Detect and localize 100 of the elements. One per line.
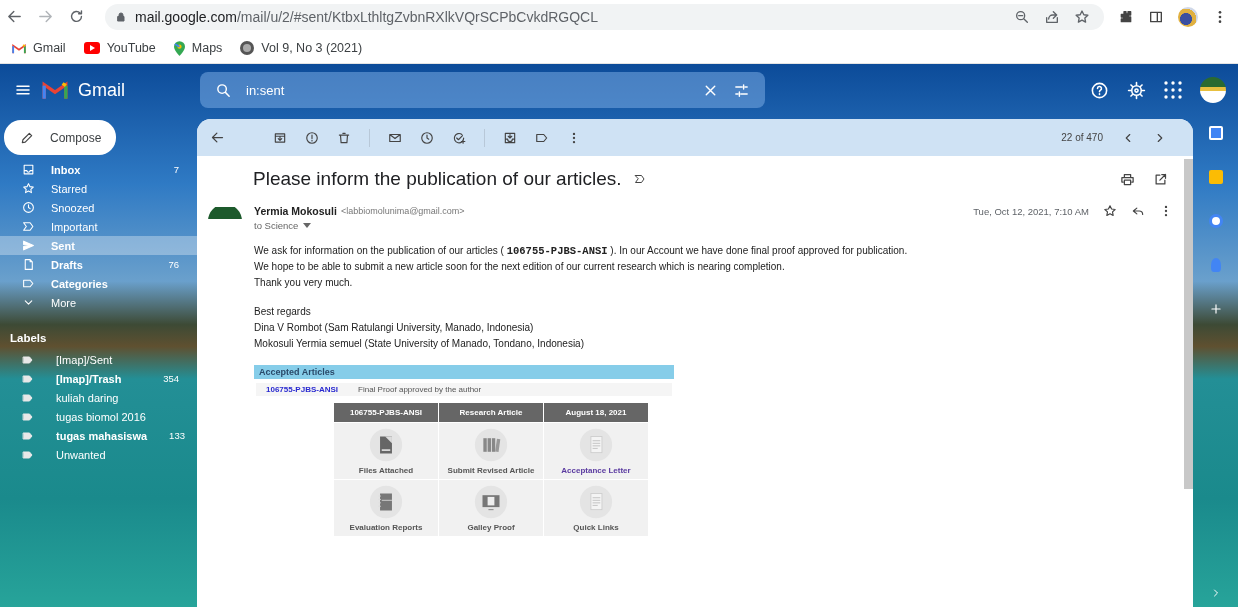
- email-subject: Please inform the publication of our articles.: [253, 168, 622, 190]
- tile-label: Galley Proof: [467, 523, 515, 532]
- inbox-icon: [22, 163, 35, 176]
- tile-label: Acceptance Letter: [561, 466, 631, 475]
- body-text: Best regards: [254, 305, 312, 319]
- folder-icon: [369, 428, 403, 462]
- unread-count: 7: [173, 164, 179, 175]
- send-icon: [22, 239, 35, 252]
- menu-tile[interactable]: Acceptance Letter: [544, 423, 648, 479]
- bookmark-star-icon[interactable]: [1074, 8, 1090, 25]
- report-spam-icon[interactable]: [305, 130, 319, 145]
- clock-icon: [22, 201, 35, 214]
- add-task-icon[interactable]: [452, 130, 466, 145]
- settings-icon[interactable]: [1127, 80, 1146, 100]
- star-icon: [22, 182, 35, 195]
- bookmark-link[interactable]: Maps: [173, 40, 223, 56]
- delete-icon[interactable]: [337, 130, 351, 145]
- compose-button[interactable]: Compose: [4, 120, 116, 155]
- nav-label: Important: [51, 220, 99, 233]
- menu-tile[interactable]: Quick Links: [544, 480, 648, 536]
- tag-icon: [22, 277, 35, 290]
- nav-label: More: [51, 296, 78, 309]
- monitor-icon: [474, 485, 508, 519]
- search-options-icon[interactable]: [733, 81, 750, 99]
- share-icon[interactable]: [1044, 8, 1060, 25]
- bookmark-link[interactable]: YouTube: [83, 41, 156, 55]
- nav-item[interactable]: Inbox 7: [0, 160, 197, 179]
- article-link[interactable]: 106755-PJBS-ANSI: [266, 385, 339, 394]
- nav-item[interactable]: Drafts 76: [0, 255, 197, 274]
- label-item[interactable]: tugas biomol 2016: [0, 407, 197, 426]
- document-icon: [579, 428, 613, 462]
- label-name: [Imap]/Trash: [56, 372, 123, 385]
- map-pin-icon: [173, 40, 185, 56]
- apps-icon[interactable]: [1164, 81, 1182, 99]
- nav-item[interactable]: Categories: [0, 274, 197, 293]
- seal-icon: [240, 41, 255, 55]
- label-icon: [22, 410, 34, 423]
- gmail-logo-icon: [42, 80, 68, 100]
- address-bar[interactable]: mail.google.com/mail/u/2/#sent/KtbxLthltgZvbnRXlkVQrSCPbCvkdRGQCL: [105, 3, 1104, 30]
- label-item[interactable]: Unwanted: [0, 445, 197, 464]
- unread-count: 354: [163, 373, 179, 384]
- note-icon[interactable]: [1208, 170, 1223, 184]
- open-in-new-window-icon[interactable]: [1153, 171, 1168, 187]
- body-text: Thank you very much.: [254, 276, 354, 290]
- label-icon: [22, 429, 34, 442]
- tile-label: Quick Links: [573, 523, 619, 532]
- scrollbar-thumb[interactable]: [1184, 159, 1193, 489]
- nav-label: Sent: [51, 239, 76, 252]
- label-item[interactable]: tugas mahasiswa 133: [0, 426, 197, 445]
- menu-tile[interactable]: Evaluation Reports: [334, 480, 438, 536]
- youtube-icon: [83, 42, 100, 54]
- label-item[interactable]: [Imap]/Trash 354: [0, 369, 197, 388]
- bookmark-link[interactable]: Vol 9, No 3 (2021): [240, 41, 363, 55]
- help-icon[interactable]: [1090, 80, 1109, 100]
- bookmark-link[interactable]: Gmail: [12, 41, 66, 55]
- menu-tile[interactable]: Galley Proof: [439, 480, 543, 536]
- archive-icon[interactable]: [273, 130, 287, 145]
- extensions-icon[interactable]: [1118, 8, 1134, 25]
- label-icon: [22, 448, 34, 461]
- back-icon[interactable]: [6, 8, 23, 25]
- labels-heading: Labels: [9, 331, 48, 346]
- lock-icon: [115, 10, 127, 23]
- gmail-logo-icon: [12, 42, 26, 54]
- snooze-icon[interactable]: [420, 130, 434, 145]
- zoom-out-icon[interactable]: [1014, 8, 1030, 25]
- star-icon[interactable]: [1103, 204, 1117, 218]
- label-name: kuliah daring: [56, 391, 120, 404]
- profile-avatar[interactable]: [1178, 6, 1198, 27]
- menu-tile[interactable]: Files Attached: [334, 423, 438, 479]
- label-name: tugas mahasiswa: [56, 429, 148, 442]
- body-text: Dina V Rombot (Sam Ratulangi University, Manado, Indonesia): [254, 321, 535, 335]
- account-avatar[interactable]: [1200, 77, 1226, 103]
- nav-item[interactable]: More: [0, 293, 197, 312]
- url-text: mail.google.com/mail/u/2/#sent/KtbxLthltgZvbnRXlkVQrSCPbCvkdRGQCL: [135, 8, 598, 25]
- label-item[interactable]: kuliah daring: [0, 388, 197, 407]
- document-icon: [579, 485, 613, 519]
- print-icon[interactable]: [1120, 171, 1135, 187]
- nav-item[interactable]: Important: [0, 217, 197, 236]
- search-field[interactable]: in:sent: [200, 72, 765, 108]
- menu-tile[interactable]: Submit Revised Article: [439, 423, 543, 479]
- unread-count: 76: [168, 259, 179, 270]
- move-to-icon[interactable]: [503, 130, 517, 145]
- reload-icon[interactable]: [68, 8, 85, 25]
- column-header: August 18, 2021: [544, 403, 648, 422]
- notebook-icon: [369, 485, 403, 519]
- plus-icon[interactable]: [1208, 302, 1223, 316]
- nav-label: Starred: [51, 182, 89, 195]
- gmail-wordmark: Gmail: [78, 79, 125, 101]
- body-text: Mokosuli Yermia semuel (State University of Manado, Tondano, Indonesia): [254, 337, 585, 351]
- pager-text: 22 of 470: [1061, 132, 1103, 143]
- recipient-dropdown[interactable]: to Science: [254, 220, 312, 231]
- calendar-icon[interactable]: [1208, 126, 1223, 140]
- nav-item[interactable]: Snoozed: [0, 198, 197, 217]
- important-marker-icon[interactable]: [633, 173, 646, 185]
- back-icon[interactable]: [210, 130, 225, 145]
- nav-item[interactable]: Starred: [0, 179, 197, 198]
- search-query: in:sent: [246, 82, 286, 98]
- label-item[interactable]: [Imap]/Sent: [0, 350, 197, 369]
- tasks-icon[interactable]: [1208, 214, 1223, 228]
- nav-label: Inbox: [51, 163, 82, 176]
